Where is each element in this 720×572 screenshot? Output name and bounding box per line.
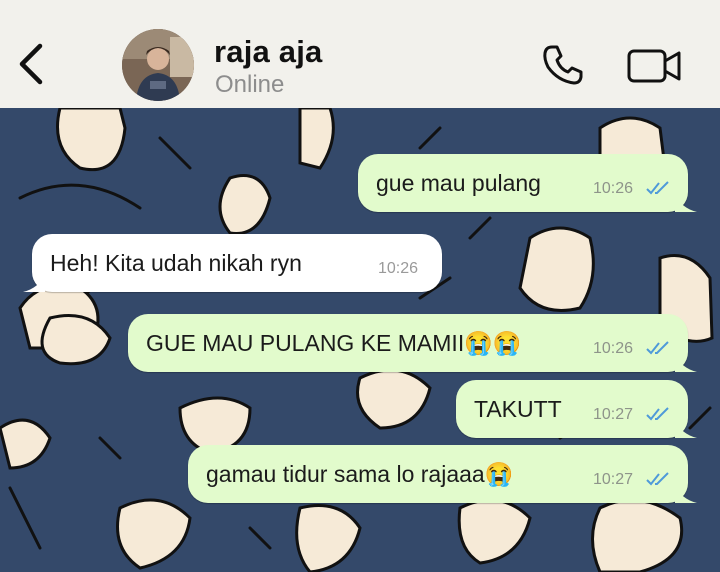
message-text: TAKUTT <box>474 396 562 422</box>
message-bubble-outgoing[interactable]: gue mau pulang 10:26 <box>358 154 697 212</box>
contact-status: Online <box>215 71 285 98</box>
message-bubble-incoming[interactable]: Heh! Kita udah nikah ryn 10:26 <box>23 234 442 292</box>
video-call-button[interactable] <box>626 46 682 86</box>
chat-header: raja aja Online <box>0 0 720 108</box>
message-time: 10:27 <box>593 406 634 423</box>
double-check-icon <box>646 181 669 195</box>
voice-call-button[interactable] <box>540 42 586 88</box>
phone-icon <box>543 45 583 85</box>
message-text: gamau tidur sama lo rajaaa😭 <box>206 461 514 487</box>
back-button[interactable] <box>14 40 50 88</box>
double-check-icon <box>646 407 669 421</box>
message-time: 10:26 <box>593 340 634 357</box>
message-bubble-outgoing[interactable]: TAKUTT 10:27 <box>456 380 697 438</box>
video-camera-icon <box>627 49 681 83</box>
message-time: 10:26 <box>593 180 634 197</box>
message-text: GUE MAU PULANG KE MAMII😭😭 <box>146 330 522 356</box>
message-time: 10:26 <box>378 260 419 277</box>
message-bubble-outgoing[interactable]: GUE MAU PULANG KE MAMII😭😭 10:26 <box>128 314 697 372</box>
message-bubble-outgoing[interactable]: gamau tidur sama lo rajaaa😭 10:27 <box>188 445 697 503</box>
chevron-left-icon <box>19 43 43 85</box>
double-check-icon <box>646 341 669 355</box>
chat-area[interactable]: gue mau pulang 10:26 Heh! Kita udah nika… <box>0 108 720 572</box>
message-time: 10:27 <box>593 471 634 488</box>
message-text: Heh! Kita udah nikah ryn <box>50 250 302 276</box>
message-text: gue mau pulang <box>376 170 541 196</box>
contact-name[interactable]: raja aja <box>214 34 322 70</box>
double-check-icon <box>646 472 669 486</box>
contact-avatar[interactable] <box>122 29 194 101</box>
